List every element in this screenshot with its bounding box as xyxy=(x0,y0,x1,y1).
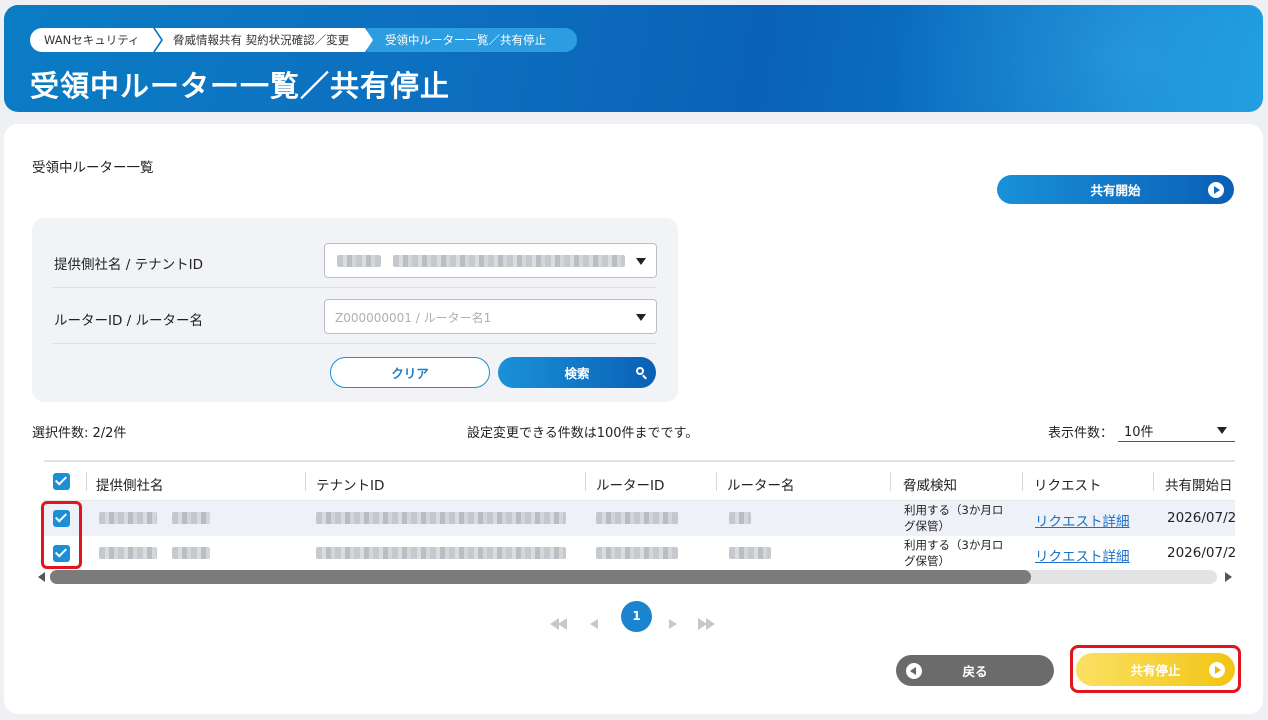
redacted-value xyxy=(99,512,157,524)
router-filter-row: ルーターID / ルーター名 Z000000001 / ルーター名1 xyxy=(52,288,657,344)
select-all-checkbox[interactable] xyxy=(53,473,70,490)
share-start-date: 2026/07/29 xyxy=(1167,545,1235,561)
share-start-date: 2026/07/28 xyxy=(1167,510,1235,526)
redacted-value xyxy=(729,512,751,524)
search-button-label: 検索 xyxy=(564,366,590,381)
selected-count: 選択件数: 2/2件 xyxy=(32,426,127,441)
router-select-placeholder: Z000000001 / ルーター名1 xyxy=(335,311,492,325)
search-button[interactable]: 検索 xyxy=(498,357,656,388)
play-icon xyxy=(1208,181,1224,198)
breadcrumb-item-wan-security[interactable]: WANセキュリティ xyxy=(30,28,161,52)
table-row[interactable]: 利用する（3か月ロ グ保管） リクエスト詳細 2026/07/28 xyxy=(44,501,1235,536)
stop-button-highlight xyxy=(1070,645,1241,693)
provider-filter-label: 提供側社名 / テナントID xyxy=(54,257,204,273)
filter-panel: 提供側社名 / テナントID ルーターID / ルーター名 Z000000001… xyxy=(32,218,678,402)
threat-text-line2: グ保管） xyxy=(904,554,950,568)
display-count-label: 表示件数： xyxy=(1048,426,1114,441)
router-select[interactable]: Z000000001 / ルーター名1 xyxy=(324,299,657,334)
page-current[interactable]: 1 xyxy=(621,601,652,632)
scroll-left-icon[interactable] xyxy=(38,572,45,582)
column-router-name[interactable]: ルーター名 xyxy=(727,474,795,494)
scroll-thumb[interactable] xyxy=(50,570,1031,584)
table-row[interactable]: 利用する（3か月ロ グ保管） リクエスト詳細 2026/07/29 xyxy=(44,536,1235,570)
back-button-label: 戻る xyxy=(962,664,988,679)
share-start-label: 共有開始 xyxy=(1090,183,1141,198)
provider-filter-row: 提供側社名 / テナントID xyxy=(52,232,657,288)
breadcrumb-item-current: 受領中ルーター一覧／共有停止 xyxy=(367,28,577,52)
table-header: 提供側社名 テナントID ルーターID ルーター名 脅威検知 リクエスト 共有開… xyxy=(44,462,1235,501)
chevron-down-icon xyxy=(1217,427,1227,434)
column-router-id[interactable]: ルーターID xyxy=(596,474,664,494)
column-request[interactable]: リクエスト xyxy=(1034,474,1102,494)
redacted-value xyxy=(99,547,157,559)
threat-text-line1: 利用する（3か月ロ xyxy=(904,538,1004,552)
column-share-start-date[interactable]: 共有開始日 xyxy=(1165,474,1233,494)
back-icon xyxy=(906,662,922,679)
redacted-value xyxy=(729,547,771,559)
threat-detection-cell: 利用する（3か月ロ グ保管） xyxy=(904,537,1003,569)
prev-page-icon[interactable] xyxy=(590,616,600,632)
limit-notice: 設定変更できる件数は100件までです。 xyxy=(467,426,699,441)
page-title: 受領中ルーター一覧／共有停止 xyxy=(30,69,451,103)
breadcrumb: WANセキュリティ 脅威情報共有 契約状況確認／変更 受領中ルーター一覧／共有停… xyxy=(30,28,577,52)
redacted-value xyxy=(316,547,566,559)
clear-button[interactable]: クリア xyxy=(330,357,490,388)
display-count-value: 10件 xyxy=(1124,425,1154,440)
display-count-select[interactable]: 10件 xyxy=(1118,418,1235,442)
redacted-value xyxy=(337,255,381,267)
column-tenant-id[interactable]: テナントID xyxy=(316,474,384,494)
search-icon xyxy=(636,367,644,375)
column-threat-detection[interactable]: 脅威検知 xyxy=(903,474,957,494)
horizontal-scrollbar[interactable] xyxy=(36,570,1234,584)
request-detail-link[interactable]: リクエスト詳細 xyxy=(1035,510,1130,530)
checkbox-highlight xyxy=(41,501,82,569)
scroll-right-icon[interactable] xyxy=(1225,572,1232,582)
router-filter-label: ルーターID / ルーター名 xyxy=(54,313,204,329)
provider-select[interactable] xyxy=(324,243,657,278)
first-page-icon[interactable] xyxy=(550,616,568,632)
router-table: 提供側社名 テナントID ルーターID ルーター名 脅威検知 リクエスト 共有開… xyxy=(44,460,1235,570)
threat-detection-cell: 利用する（3か月ロ グ保管） xyxy=(904,502,1003,534)
main-panel: 受領中ルーター一覧 共有開始 提供側社名 / テナントID ルーターID / ル… xyxy=(4,124,1263,714)
redacted-value xyxy=(172,547,210,559)
request-detail-link[interactable]: リクエスト詳細 xyxy=(1035,545,1130,565)
threat-text-line1: 利用する（3か月ロ xyxy=(904,503,1004,517)
redacted-value xyxy=(316,512,566,524)
back-button[interactable]: 戻る xyxy=(896,655,1054,686)
page-header: WANセキュリティ 脅威情報共有 契約状況確認／変更 受領中ルーター一覧／共有停… xyxy=(4,5,1263,112)
breadcrumb-item-contract-status[interactable]: 脅威情報共有 契約状況確認／変更 xyxy=(155,28,373,52)
last-page-icon[interactable] xyxy=(698,616,716,632)
column-provider[interactable]: 提供側社名 xyxy=(96,474,164,494)
redacted-value xyxy=(596,547,678,559)
redacted-value xyxy=(172,512,210,524)
chevron-down-icon xyxy=(636,314,646,321)
next-page-icon[interactable] xyxy=(669,616,679,632)
threat-text-line2: グ保管） xyxy=(904,519,950,533)
redacted-value xyxy=(596,512,678,524)
redacted-value xyxy=(393,255,625,267)
share-start-button[interactable]: 共有開始 xyxy=(997,175,1234,204)
section-title: 受領中ルーター一覧 xyxy=(32,160,154,176)
chevron-down-icon xyxy=(636,258,646,265)
